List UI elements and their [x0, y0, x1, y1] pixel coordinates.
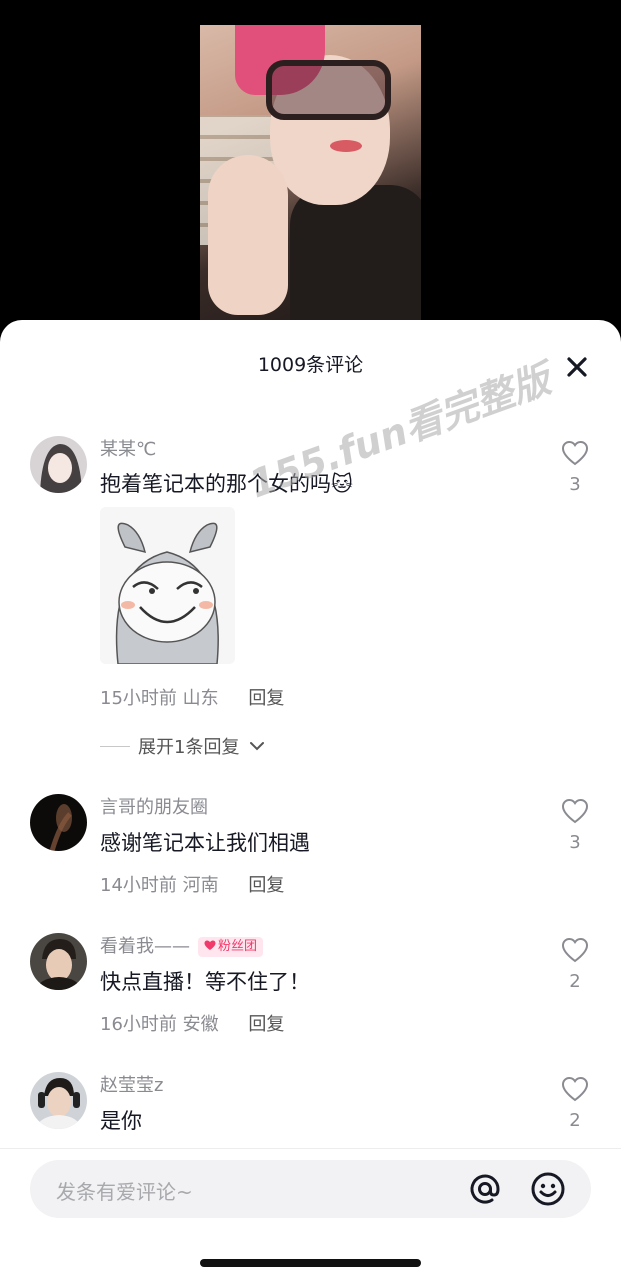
reply-button[interactable]: 回复 — [248, 688, 284, 709]
video-preview[interactable] — [200, 25, 421, 325]
video-area — [0, 0, 621, 340]
like-button[interactable]: 2 — [560, 937, 590, 992]
heart-icon — [561, 937, 589, 963]
video-subject-body — [290, 185, 421, 325]
fan-club-badge: 粉丝团 — [198, 937, 264, 957]
expand-replies-label: 展开1条回复 — [138, 737, 240, 758]
comment-time: 15小时前 — [100, 688, 177, 709]
heart-icon — [561, 1076, 589, 1102]
comment-meta: 16小时前 安徽 回复 — [100, 1010, 284, 1036]
input-divider — [0, 1148, 621, 1149]
comment-meta: 15小时前 山东 回复 — [100, 684, 284, 710]
comment-location: 山东 — [182, 688, 219, 709]
video-subject-hand — [208, 155, 288, 315]
avatar[interactable] — [30, 436, 87, 493]
comment-location: 安徽 — [182, 1014, 219, 1035]
username-label: 看着我—— — [100, 936, 190, 957]
comment-username[interactable]: 某某℃ — [100, 435, 156, 461]
expand-replies-button[interactable]: 展开1条回复 — [100, 733, 265, 759]
video-subject-glasses — [266, 60, 391, 120]
avatar[interactable] — [30, 1072, 87, 1129]
like-count: 2 — [569, 1110, 581, 1131]
comment-username[interactable]: 赵莹莹z — [100, 1071, 163, 1097]
close-icon[interactable] — [562, 352, 592, 382]
comment-input-placeholder: 发条有爱评论~ — [56, 1180, 193, 1204]
bunny-sticker[interactable] — [100, 507, 235, 664]
like-count: 3 — [569, 832, 581, 853]
like-button[interactable]: 3 — [560, 798, 590, 853]
comment-sheet: 1009条评论 — [0, 320, 621, 1280]
comment-text: 快点直播！等不住了！ — [100, 970, 310, 994]
like-button[interactable]: 3 — [560, 440, 590, 495]
emoji-icon[interactable] — [530, 1171, 566, 1207]
comment-meta: 14小时前 河南 回复 — [100, 871, 284, 897]
avatar[interactable] — [30, 933, 87, 990]
like-count: 3 — [569, 474, 581, 495]
chevron-down-icon — [250, 742, 265, 751]
comment-username[interactable]: 看着我—— 粉丝团 — [100, 932, 264, 958]
comment-time: 14小时前 — [100, 875, 177, 896]
avatar[interactable] — [30, 794, 87, 851]
reply-button[interactable]: 回复 — [248, 1014, 284, 1035]
video-subject-lips — [330, 140, 362, 152]
comment-input[interactable]: 发条有爱评论~ — [30, 1160, 591, 1218]
comment-text: 感谢笔记本让我们相遇 — [100, 831, 310, 855]
home-indicator[interactable] — [200, 1259, 421, 1267]
heart-icon — [561, 440, 589, 466]
like-count: 2 — [569, 971, 581, 992]
comment-username[interactable]: 言哥的朋友圈 — [100, 793, 208, 819]
heart-badge-icon — [204, 940, 216, 950]
comment-count-title: 1009条评论 — [257, 354, 364, 376]
fan-club-badge-label: 粉丝团 — [218, 939, 258, 954]
comment-time: 16小时前 — [100, 1014, 177, 1035]
comment-location: 河南 — [182, 875, 219, 896]
heart-icon — [561, 798, 589, 824]
comment-text: 是你 — [100, 1109, 142, 1133]
comment-text: 抱着笔记本的那个女的吗🐱 — [100, 472, 353, 496]
divider-line — [100, 746, 130, 747]
at-icon[interactable] — [467, 1171, 503, 1207]
reply-button[interactable]: 回复 — [248, 875, 284, 896]
like-button[interactable]: 2 — [560, 1076, 590, 1131]
